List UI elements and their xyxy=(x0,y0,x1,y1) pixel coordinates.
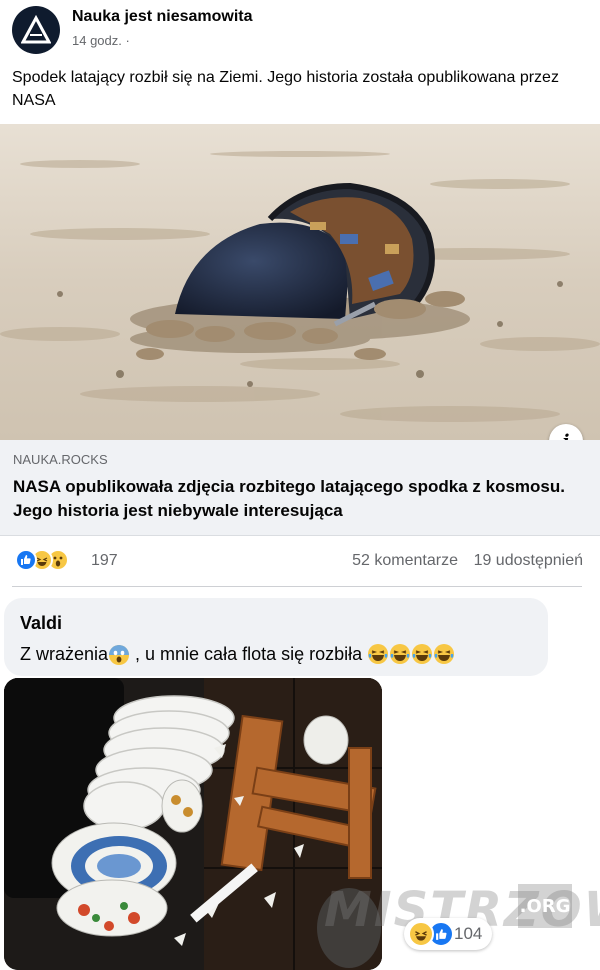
page-avatar[interactable] xyxy=(12,6,60,54)
link-title[interactable]: NASA opublikowała zdjęcia rozbitego lata… xyxy=(13,475,573,523)
comment-author[interactable]: Valdi xyxy=(20,613,62,634)
post-time[interactable]: 14 godz. xyxy=(72,33,122,48)
page-name[interactable]: Nauka jest niesamowita xyxy=(72,8,253,26)
reaction-count[interactable]: 197 xyxy=(91,552,118,570)
triangle-logo-icon xyxy=(21,15,51,44)
comment-text-part1: Z wrażenia xyxy=(20,644,109,664)
post-text: Spodek latający rozbił się na Ziemi. Jeg… xyxy=(12,69,559,109)
crashed-saucer-image xyxy=(0,124,600,440)
watermark-suffix: .ORG xyxy=(518,884,572,928)
comment-reactions[interactable]: 104 xyxy=(404,918,493,950)
post-meta: 14 godz. · xyxy=(72,33,130,48)
divider xyxy=(12,586,582,587)
comment-reaction-count: 104 xyxy=(454,924,483,943)
shares-count[interactable]: 19 udostępnień xyxy=(474,552,583,570)
crying-laughing-emoji-icon xyxy=(390,644,411,664)
link-preview-image[interactable] xyxy=(0,124,600,440)
scream-emoji-icon xyxy=(109,645,130,665)
crying-laughing-emoji-icon xyxy=(412,644,433,664)
laugh-icon xyxy=(408,921,434,947)
meta-separator: · xyxy=(125,33,130,48)
comment-text: Z wrażenia , u mnie cała flota się rozbi… xyxy=(20,643,455,665)
comment-text-part2: , u mnie cała flota się rozbiła xyxy=(130,644,368,664)
comment-bubble: Valdi Z wrażenia , u mnie cała flota się… xyxy=(4,598,548,676)
post-header: Nauka jest niesamowita 14 godz. · xyxy=(0,0,600,60)
crying-laughing-emoji-icon xyxy=(368,644,389,664)
post-stats-bar: 197 52 komentarze 19 udostępnień xyxy=(0,543,600,579)
comments-count[interactable]: 52 komentarze xyxy=(352,552,458,570)
like-icon xyxy=(15,549,37,571)
crying-laughing-emoji-icon xyxy=(434,644,455,664)
reaction-icons[interactable] xyxy=(15,549,69,571)
link-card[interactable]: NAUKA.ROCKS NASA opublikowała zdjęcia ro… xyxy=(0,440,600,536)
link-domain: NAUKA.ROCKS xyxy=(13,452,108,467)
